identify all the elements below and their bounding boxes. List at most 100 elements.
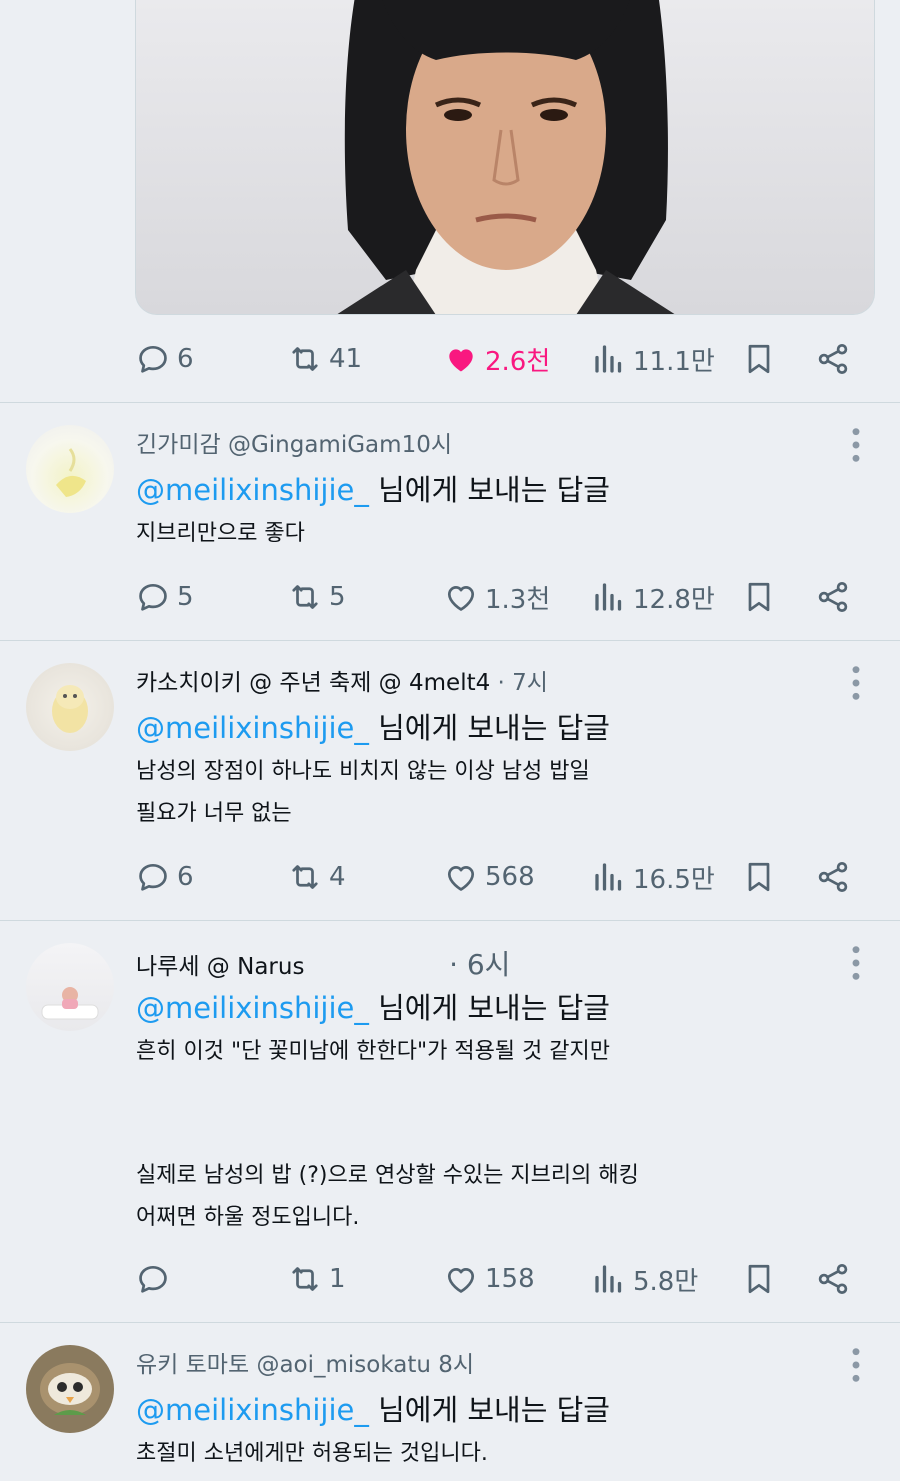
text-line: 초절미 소년에게만 허용되는 것입니다. <box>136 1441 488 1466</box>
divider <box>0 920 900 921</box>
replying-suffix: 님에게 보내는 답글 <box>378 711 610 745</box>
bookmark-button[interactable] <box>741 855 777 899</box>
avatar[interactable] <box>26 663 114 751</box>
reply-action-bar: 6 4 568 16.5만 <box>135 855 860 899</box>
share-button[interactable] <box>815 855 851 899</box>
views-button[interactable]: 5.8만 <box>591 1257 698 1301</box>
share-button[interactable] <box>815 337 851 381</box>
avatar[interactable] <box>26 425 114 513</box>
mention-link[interactable]: @meilixinshijie_ <box>136 473 369 507</box>
handle[interactable]: 4melt4 <box>409 670 490 696</box>
retweet-icon <box>287 1261 323 1297</box>
display-name[interactable]: 카소치이키 @ 주년 축제 @ <box>136 670 402 696</box>
like-count: 2.6천 <box>485 346 551 377</box>
heart-icon <box>443 341 479 377</box>
more-dots-icon[interactable] <box>842 1345 870 1385</box>
bookmark-button[interactable] <box>741 1257 777 1301</box>
post-media-area <box>0 0 900 330</box>
reply-text: 흔히 이것 "단 꽃미남에 한한다"가 적용될 것 같지만 실제로 남성의 밥 … <box>136 1031 639 1239</box>
reply-count: 6 <box>177 862 194 892</box>
share-button[interactable] <box>815 575 851 619</box>
like-button[interactable]: 2.6천 <box>443 337 550 381</box>
text-line: 어쩌면 하울 정도입니다. <box>136 1205 360 1230</box>
handle[interactable]: @aoi_misokatu <box>256 1352 431 1378</box>
replying-to: @meilixinshijie_ 님에게 보내는 답글 <box>136 985 610 1027</box>
text-line: 지브리만으로 좋다 <box>136 521 305 546</box>
mention-link[interactable]: @meilixinshijie_ <box>136 711 369 745</box>
text-line: 흔히 이것 "단 꽃미남에 한한다"가 적용될 것 같지만 <box>136 1039 610 1064</box>
reply-button[interactable]: 5 <box>135 575 194 619</box>
retweet-count: 41 <box>329 344 363 374</box>
replying-to: @meilixinshijie_ 님에게 보내는 답글 <box>136 467 610 509</box>
like-count: 158 <box>485 1264 535 1294</box>
timestamp[interactable]: · 7시 <box>498 670 548 696</box>
avatar[interactable] <box>26 1345 114 1433</box>
retweet-count: 4 <box>329 862 346 892</box>
like-button[interactable]: 1.3천 <box>443 575 550 619</box>
share-icon <box>815 579 851 615</box>
portrait-illustration <box>136 0 874 314</box>
bookmark-button[interactable] <box>741 575 777 619</box>
heart-icon <box>443 859 479 895</box>
text-line: 실제로 남성의 밥 (?)으로 연상할 수있는 지브리의 해킹 <box>136 1163 639 1188</box>
views-bar-icon <box>591 1261 627 1297</box>
views-button[interactable]: 11.1만 <box>591 337 715 381</box>
view-count: 11.1만 <box>633 346 715 377</box>
avatar[interactable] <box>26 943 114 1031</box>
handle[interactable]: @GingamiGam <box>228 432 402 458</box>
share-icon <box>815 341 851 377</box>
share-button[interactable] <box>815 1257 851 1301</box>
views-button[interactable]: 16.5만 <box>591 855 715 899</box>
reply-bubble-icon <box>135 1261 171 1297</box>
reply-action-bar: 1 158 5.8만 <box>135 1257 860 1301</box>
view-count: 12.8만 <box>633 584 715 615</box>
view-count: 16.5만 <box>633 864 715 895</box>
handle[interactable]: Narus <box>237 954 304 980</box>
like-button[interactable]: 568 <box>443 855 535 899</box>
reply-button[interactable] <box>135 1257 177 1301</box>
display-name[interactable]: 나루세 @ <box>136 954 230 980</box>
reply-button[interactable]: 6 <box>135 855 194 899</box>
more-dots-icon[interactable] <box>842 943 870 983</box>
reply-text: 지브리만으로 좋다 <box>136 513 305 555</box>
text-line: 필요가 너무 없는 <box>136 801 292 826</box>
reply-action-bar: 5 5 1.3천 12.8만 <box>135 575 860 619</box>
replying-to: @meilixinshijie_ 님에게 보내는 답글 <box>136 1387 610 1429</box>
reply-bubble-icon <box>135 859 171 895</box>
more-dots-icon[interactable] <box>842 663 870 703</box>
avatar-image <box>56 448 86 497</box>
bookmark-icon <box>741 341 777 377</box>
retweet-button[interactable]: 5 <box>287 575 346 619</box>
timestamp[interactable]: 10시 <box>402 432 452 458</box>
reply-text: 남성의 장점이 하나도 비치지 않는 이상 남성 밥일 필요가 너무 없는 <box>136 751 590 835</box>
more-dots-icon[interactable] <box>842 425 870 465</box>
display-name[interactable]: 유키 토마토 <box>136 1352 249 1378</box>
view-count: 5.8만 <box>633 1266 699 1297</box>
mention-link[interactable]: @meilixinshijie_ <box>136 1393 369 1427</box>
views-bar-icon <box>591 579 627 615</box>
retweet-button[interactable]: 4 <box>287 855 346 899</box>
reply-button[interactable]: 6 <box>135 337 194 381</box>
like-button[interactable]: 158 <box>443 1257 535 1301</box>
retweet-button[interactable]: 1 <box>287 1257 346 1301</box>
reply-bubble-icon <box>135 579 171 615</box>
timestamp[interactable]: · 6시 <box>449 948 510 981</box>
heart-icon <box>443 1261 479 1297</box>
views-button[interactable]: 12.8만 <box>591 575 715 619</box>
reply-text: 초절미 소년에게만 허용되는 것입니다. <box>136 1433 488 1475</box>
share-icon <box>815 1261 851 1297</box>
post-image[interactable] <box>135 0 875 315</box>
bookmark-button[interactable] <box>741 337 777 381</box>
reply-header: 카소치이키 @ 주년 축제 @ 4melt4 · 7시 <box>136 663 548 697</box>
display-name[interactable]: 긴가미감 <box>136 432 221 458</box>
replying-suffix: 님에게 보내는 답글 <box>378 1393 610 1427</box>
reply-count: 5 <box>177 582 194 612</box>
retweet-button[interactable]: 41 <box>287 337 362 381</box>
views-bar-icon <box>591 341 627 377</box>
like-count: 1.3천 <box>485 584 551 615</box>
mention-link[interactable]: @meilixinshijie_ <box>136 991 369 1025</box>
timestamp[interactable]: 8시 <box>438 1352 474 1378</box>
bookmark-icon <box>741 859 777 895</box>
avatar-image <box>52 685 88 733</box>
retweet-icon <box>287 341 323 377</box>
